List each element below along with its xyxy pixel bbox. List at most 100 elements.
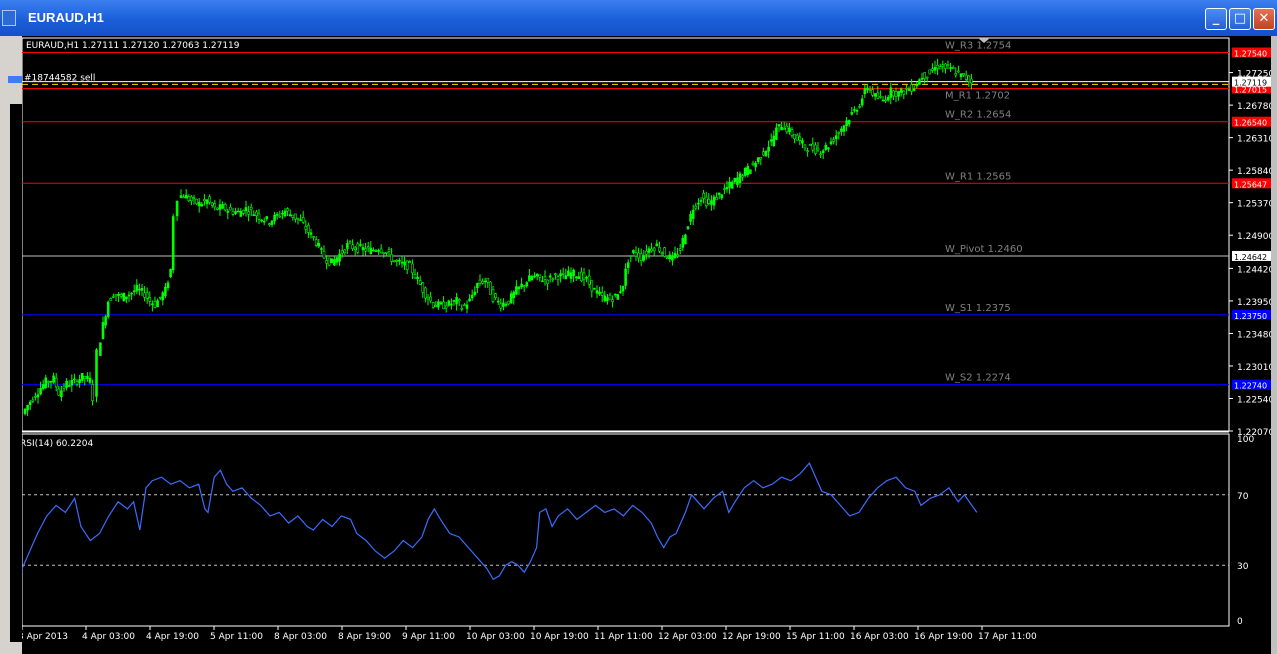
candle-body: [31, 399, 35, 402]
rsi-level-label: 70: [1237, 492, 1249, 502]
candle-body: [743, 168, 747, 176]
candle-body: [153, 301, 157, 308]
maximize-button[interactable]: □: [1229, 8, 1251, 30]
chart-window-icon: [2, 10, 16, 26]
candle-body: [673, 252, 677, 259]
candle-body: [793, 133, 796, 139]
candle-body: [216, 207, 219, 210]
candle-body: [112, 296, 115, 298]
candle-body: [775, 127, 778, 140]
candle-body: [437, 301, 440, 308]
candle-body: [923, 72, 926, 79]
pivot-label: M_R1 1.2702: [945, 91, 1010, 102]
candle-body: [203, 199, 206, 202]
candle-body: [694, 205, 698, 209]
candle-body: [816, 147, 820, 151]
candle-body: [226, 210, 230, 213]
candle-body: [231, 210, 235, 215]
candle-body: [244, 207, 248, 211]
candle-body: [145, 292, 149, 299]
time-axis-label: 16 Apr 03:00: [850, 632, 909, 642]
candle-body: [611, 299, 614, 303]
candle-body: [343, 249, 347, 253]
candle-body: [847, 120, 851, 125]
candle-body: [382, 252, 386, 255]
candle-body: [179, 195, 183, 198]
candle-body: [785, 125, 789, 133]
candle-body: [655, 243, 659, 247]
candle-body: [933, 67, 937, 71]
candle-body: [67, 385, 71, 387]
close-button[interactable]: ✕: [1253, 8, 1275, 30]
candle-body: [291, 214, 295, 218]
candle-body: [790, 129, 794, 137]
candle-body: [119, 294, 123, 297]
candle-body: [242, 209, 245, 214]
candle-body: [533, 275, 536, 278]
candle-body: [782, 128, 786, 130]
candle-body: [530, 276, 534, 281]
candle-body: [205, 199, 209, 204]
candle-body: [268, 223, 271, 225]
candle-body: [460, 308, 464, 310]
candle-body: [379, 248, 383, 253]
time-axis-label: 15 Apr 11:00: [786, 632, 845, 642]
candle-body: [83, 376, 87, 379]
candle-body: [658, 247, 661, 252]
minimize-button[interactable]: _: [1205, 8, 1227, 30]
candle-body: [907, 88, 911, 91]
candle-body: [385, 252, 388, 254]
background-status: [0, 642, 22, 654]
candle-body: [842, 125, 846, 132]
candle-body: [502, 302, 505, 307]
time-axis-label: 8 Apr 19:00: [338, 632, 391, 642]
candle-body: [616, 294, 620, 300]
candle-body: [834, 135, 838, 140]
candle-body: [639, 253, 643, 261]
time-axis-label: 10 Apr 19:00: [530, 632, 589, 642]
candle-body: [759, 156, 763, 160]
candle-body: [642, 255, 646, 261]
candle-body: [528, 275, 531, 282]
candle-body: [871, 89, 874, 96]
time-axis-label: 11 Apr 11:00: [594, 632, 653, 642]
candle-body: [166, 282, 170, 289]
candle-body: [741, 175, 744, 178]
candle-body: [73, 378, 76, 381]
candle-body: [522, 285, 526, 288]
candle-body: [468, 298, 471, 302]
candle-body: [507, 300, 510, 305]
candle-body: [738, 173, 742, 183]
candle-body: [236, 210, 240, 213]
candle-body: [676, 254, 679, 257]
candle-body: [824, 144, 828, 150]
pivot-label: W_R3 1.2754: [945, 41, 1011, 52]
candle-body: [873, 93, 877, 97]
candle-body: [780, 126, 783, 131]
candle-body: [416, 276, 419, 280]
candle-body: [483, 280, 487, 283]
candle-body: [143, 292, 146, 298]
candle-body: [197, 201, 201, 207]
candle-body: [668, 254, 672, 260]
candle-body: [535, 273, 539, 277]
candle-body: [338, 253, 341, 262]
candle-body: [647, 248, 651, 253]
candle-body: [175, 200, 179, 217]
window-title-bar[interactable]: EURAUD,H1 _ □ ✕: [0, 0, 1277, 36]
candle-body: [278, 215, 282, 218]
candle-body: [837, 132, 841, 134]
pivot-label: W_S1 1.2375: [945, 303, 1011, 314]
candle-body: [91, 384, 94, 401]
candle-body: [762, 151, 765, 156]
candle-body: [434, 304, 438, 308]
chart-canvas[interactable]: W_R3 1.27541.27540M_R1 1.27021.27015W_R2…: [0, 36, 1271, 654]
candle-body: [247, 211, 250, 215]
candle-body: [603, 295, 607, 302]
rsi-axis-max-label: 100: [1237, 435, 1254, 445]
candle-body: [299, 219, 302, 221]
candle-body: [439, 302, 443, 305]
candle-body: [255, 211, 258, 217]
candle-body: [777, 124, 781, 127]
candle-body: [421, 282, 425, 293]
